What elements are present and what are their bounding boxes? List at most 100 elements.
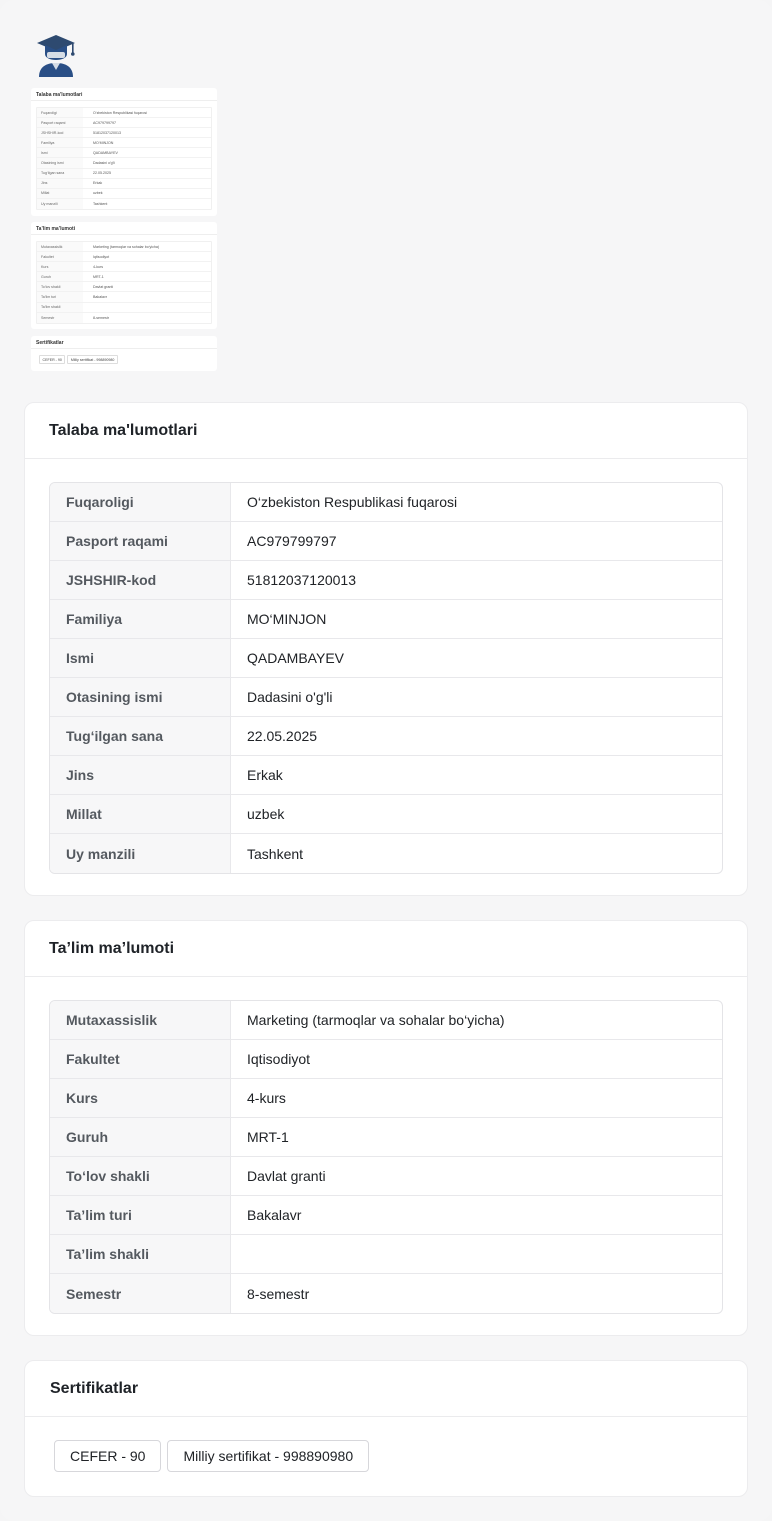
thumbnail-row: Fuqaroligi O‘zbekiston Respublikasi fuqar… bbox=[37, 108, 211, 119]
table-row: Guruh MRT-1 bbox=[50, 1118, 722, 1157]
row-label: Kurs bbox=[50, 1079, 231, 1117]
row-label: Uy manzili bbox=[50, 834, 231, 873]
thumbnail-row-value: 22.05.2025 bbox=[93, 171, 111, 176]
thumbnail-row-value: 8-semestr bbox=[93, 315, 109, 320]
thumbnail-row: Otasining ismi Dadasini o'g'li bbox=[37, 158, 211, 169]
row-label: Familiya bbox=[50, 600, 231, 638]
thumbnail-row-label: Millat bbox=[37, 188, 83, 198]
row-value: 51812037120013 bbox=[247, 572, 357, 588]
thumbnail-row-label: To‘lov shakli bbox=[37, 282, 83, 292]
thumbnail-table: Mutaxassislik Marketing (tarmoqlar va soh… bbox=[36, 241, 212, 324]
row-label: Guruh bbox=[50, 1118, 231, 1156]
student-info-card: Talaba ma'lumotlari Fuqaroligi O‘zbekisto… bbox=[24, 402, 748, 896]
thumbnail-row-value: Iqtisodiyot bbox=[93, 254, 110, 259]
thumbnail-table: Fuqaroligi O‘zbekiston Respublikasi fuqar… bbox=[36, 107, 212, 210]
thumbnail-row: Semestr 8-semestr bbox=[37, 312, 211, 323]
thumbnail-row-label: Tug‘ilgan sana bbox=[37, 168, 83, 178]
table-row: Mutaxassislik Marketing (tarmoqlar va soh… bbox=[50, 1001, 722, 1040]
thumbnail-row: Fakultet Iqtisodiyot bbox=[37, 252, 211, 263]
thumbnail-title: Ta’lim ma’lumoti bbox=[36, 226, 76, 232]
thumbnail-row-label: Familiya bbox=[37, 138, 83, 148]
row-label: Mutaxassislik bbox=[50, 1001, 231, 1039]
thumbnail-row-value: Dadasini o'g'li bbox=[93, 161, 115, 166]
thumbnail-row: Millat uzbek bbox=[37, 188, 211, 199]
certificate-chip[interactable]: CEFER - 90 bbox=[54, 1440, 162, 1472]
thumbnail-row: To‘lov shakli Davlat granti bbox=[37, 282, 211, 293]
thumbnail-row-label: JSHSHIR-kod bbox=[37, 128, 83, 138]
table-row: JSHSHIR-kod 51812037120013 bbox=[50, 561, 722, 600]
thumbnail-education-info: Ta’lim ma’lumoti Mutaxassislik Marketing … bbox=[31, 222, 217, 329]
row-label: Tug‘ilgan sana bbox=[50, 717, 231, 755]
thumbnail-row-value: Marketing (tarmoqlar va sohalar bo‘yicha… bbox=[93, 244, 160, 249]
table-row: Ta’lim turi Bakalavr bbox=[50, 1196, 722, 1235]
certificate-chip[interactable]: Milliy sertifikat - 998890980 bbox=[167, 1440, 370, 1472]
thumbnail-row-value: AC979799797 bbox=[93, 120, 116, 125]
thumbnail-chips: CEFER - 90 Milliy sertifikat - 998890980 bbox=[31, 349, 217, 364]
row-value: Dadasini o'g'li bbox=[247, 689, 333, 705]
row-label: Fuqaroligi bbox=[50, 483, 231, 521]
student-graduate-icon bbox=[37, 35, 75, 77]
thumbnail-row: Jins Erkak bbox=[37, 178, 211, 189]
table-row: Fakultet Iqtisodiyot bbox=[50, 1040, 722, 1079]
thumbnail-row-label: Ta’lim shakli bbox=[37, 302, 83, 312]
row-label: Ta’lim shakli bbox=[50, 1235, 231, 1273]
thumbnail-row: Tug‘ilgan sana 22.05.2025 bbox=[37, 168, 211, 179]
row-value: MRT-1 bbox=[247, 1129, 289, 1145]
thumbnail-row-value: Tashkent bbox=[93, 201, 108, 206]
row-value: Marketing (tarmoqlar va sohalar bo‘yicha… bbox=[247, 1012, 505, 1028]
student-info-table: Fuqaroligi O‘zbekiston Respublikasi fuqar… bbox=[49, 482, 723, 874]
card-title: Sertifikatlar bbox=[50, 1379, 139, 1397]
thumbnail-row: Guruh MRT-1 bbox=[37, 272, 211, 283]
thumbnail-row-label: Otasining ismi bbox=[37, 158, 83, 168]
thumbnail-row: Uy manzili Tashkent bbox=[37, 198, 211, 209]
table-row: Uy manzili Tashkent bbox=[50, 834, 722, 873]
table-row: Millat uzbek bbox=[50, 795, 722, 834]
page: Talaba ma'lumotlari Fuqaroligi O‘zbekisto… bbox=[0, 0, 772, 1521]
table-row: Jins Erkak bbox=[50, 756, 722, 795]
certificate-list: CEFER - 90 Milliy sertifikat - 998890980 bbox=[25, 1417, 747, 1472]
row-label: Jins bbox=[50, 756, 231, 794]
thumbnail-row-label: Fakultet bbox=[37, 252, 83, 262]
certificates-card: Sertifikatlar CEFER - 90 Milliy sertifik… bbox=[24, 1360, 748, 1497]
thumbnail-row-label: Pasport raqami bbox=[37, 118, 83, 128]
education-info-card: Ta’lim ma’lumoti Mutaxassislik Marketing … bbox=[24, 920, 748, 1336]
thumbnail-row: Familiya MO‘MINJON bbox=[37, 138, 211, 149]
thumbnail-row: Ismi QADAMBAYEV bbox=[37, 148, 211, 159]
thumbnail-row-value: QADAMBAYEV bbox=[93, 150, 118, 155]
row-value: MO‘MINJON bbox=[247, 611, 327, 627]
table-row: Familiya MO‘MINJON bbox=[50, 600, 722, 639]
thumbnail-row-label: Jins bbox=[37, 178, 83, 188]
row-label: Ta’lim turi bbox=[50, 1196, 231, 1234]
thumbnail-row-label: Ta’lim turi bbox=[37, 292, 83, 302]
row-value: Erkak bbox=[247, 767, 283, 783]
table-row: Pasport raqami AC979799797 bbox=[50, 522, 722, 561]
row-label: Otasining ismi bbox=[50, 678, 231, 716]
row-value: QADAMBAYEV bbox=[247, 650, 344, 666]
thumbnail-row: JSHSHIR-kod 51812037120013 bbox=[37, 128, 211, 139]
thumbnail-row-value: MO‘MINJON bbox=[93, 140, 114, 145]
thumbnail-row-label: Uy manzili bbox=[37, 198, 83, 209]
row-label: JSHSHIR-kod bbox=[50, 561, 231, 599]
thumbnail-row: Pasport raqami AC979799797 bbox=[37, 118, 211, 129]
row-label: Millat bbox=[50, 795, 231, 833]
thumbnail-chip: Milliy sertifikat - 998890980 bbox=[67, 355, 118, 364]
thumbnail-row-value: O‘zbekiston Respublikasi fuqarosi bbox=[93, 110, 147, 115]
card-header: Sertifikatlar bbox=[25, 1361, 747, 1417]
thumbnail-row: Ta’lim shakli bbox=[37, 302, 211, 313]
thumbnail-row: Kurs 4-kurs bbox=[37, 262, 211, 273]
thumbnail-title: Talaba ma'lumotlari bbox=[36, 92, 83, 98]
row-label: Pasport raqami bbox=[50, 522, 231, 560]
row-label: Ismi bbox=[50, 639, 231, 677]
thumbnail-row-label: Semestr bbox=[37, 312, 83, 323]
row-value: Bakalavr bbox=[247, 1207, 302, 1223]
thumbnail-row-value: 4-kurs bbox=[93, 264, 103, 269]
thumbnail-row-value: Bakalavr bbox=[93, 295, 107, 300]
thumbnail-row-value: Erkak bbox=[93, 181, 103, 186]
row-value: Davlat granti bbox=[247, 1168, 326, 1184]
table-row: Tug‘ilgan sana 22.05.2025 bbox=[50, 717, 722, 756]
thumbnail-row-value: MRT-1 bbox=[93, 274, 104, 279]
table-row: Fuqaroligi O‘zbekiston Respublikasi fuqar… bbox=[50, 483, 722, 522]
row-value: uzbek bbox=[247, 806, 285, 822]
row-value: Tashkent bbox=[247, 845, 304, 862]
thumbnail-row-value: uzbek bbox=[93, 191, 103, 196]
